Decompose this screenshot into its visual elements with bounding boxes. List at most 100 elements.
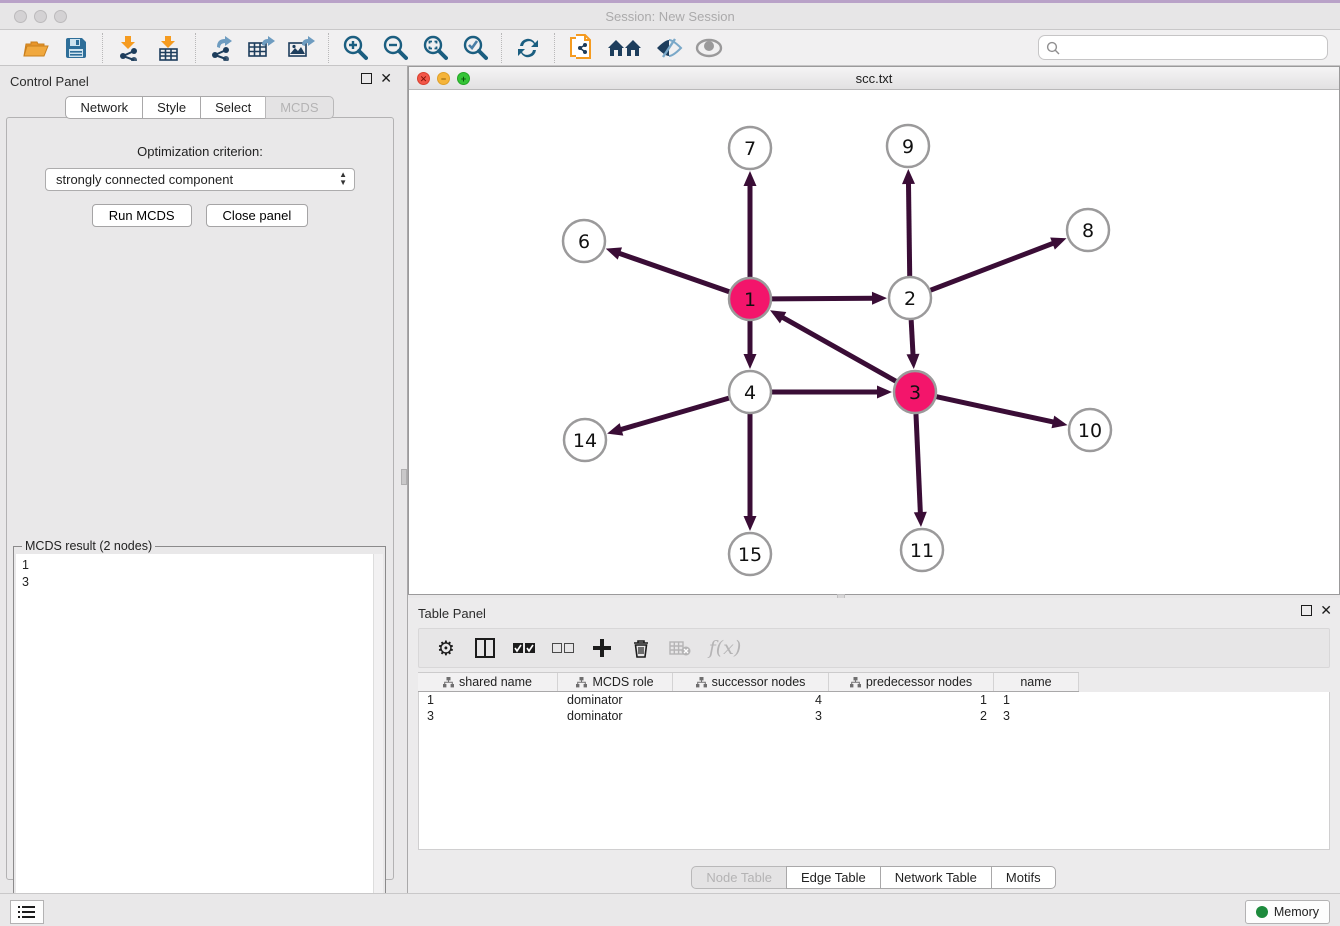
edge-2-8[interactable]: [931, 243, 1055, 290]
export-network-button[interactable]: [208, 34, 236, 62]
svg-text:10: 10: [1078, 420, 1102, 442]
search-icon: [1046, 41, 1060, 55]
zoom-out-button[interactable]: [381, 34, 409, 62]
tab-motifs[interactable]: Motifs: [991, 866, 1056, 889]
show-details-button[interactable]: [695, 34, 723, 62]
graph-node-11[interactable]: 11: [901, 529, 943, 571]
mcds-result-text[interactable]: 1 3: [16, 554, 373, 923]
close-panel-button[interactable]: Close panel: [206, 204, 309, 227]
edge-3-10[interactable]: [936, 397, 1054, 423]
float-table-panel-icon[interactable]: [1301, 605, 1312, 616]
table-cell[interactable]: 1: [995, 692, 1080, 708]
graph-node-6[interactable]: 6: [563, 220, 605, 262]
tab-style[interactable]: Style: [142, 96, 201, 119]
hide-details-button[interactable]: [655, 34, 683, 62]
delete-column-button[interactable]: [630, 637, 652, 659]
dropdown-stepper-icon: ▲▼: [339, 171, 347, 187]
svg-text:14: 14: [573, 430, 597, 452]
tab-network[interactable]: Network: [65, 96, 143, 119]
edge-4-14[interactable]: [620, 398, 729, 430]
zoom-selected-button[interactable]: [461, 34, 489, 62]
column-header-successor-nodes[interactable]: successor nodes: [673, 673, 829, 691]
table-cell[interactable]: 3: [674, 708, 830, 724]
zoom-in-button[interactable]: [341, 34, 369, 62]
select-all-columns-button[interactable]: [513, 637, 535, 659]
search-input[interactable]: [1060, 41, 1320, 55]
float-panel-icon[interactable]: [361, 73, 372, 84]
column-layout-button[interactable]: [474, 637, 496, 659]
edge-3-1[interactable]: [781, 317, 895, 382]
task-history-button[interactable]: [10, 900, 44, 924]
table-settings-button[interactable]: ⚙: [435, 637, 457, 659]
network-canvas[interactable]: 1 2 3 4 6 7 8 9 10 11 14 15: [409, 90, 1339, 594]
graph-node-9[interactable]: 9: [887, 125, 929, 167]
graph-node-1[interactable]: 1: [729, 278, 771, 320]
refresh-button[interactable]: [514, 34, 542, 62]
table-row-0[interactable]: 1dominator411: [419, 692, 1329, 708]
table-cell[interactable]: 1: [830, 692, 995, 708]
plus-icon: [593, 639, 611, 657]
import-table-button[interactable]: [155, 34, 183, 62]
export-image-button[interactable]: [288, 34, 316, 62]
graph-node-15[interactable]: 15: [729, 533, 771, 575]
tab-select[interactable]: Select: [200, 96, 266, 119]
search-box[interactable]: [1038, 35, 1328, 60]
graph-node-8[interactable]: 8: [1067, 209, 1109, 251]
zoom-fit-button[interactable]: [421, 34, 449, 62]
function-builder-button[interactable]: f(x): [708, 637, 742, 659]
delete-table-button[interactable]: [669, 637, 691, 659]
zoom-selected-icon: [462, 35, 488, 61]
close-table-panel-icon[interactable]: ✕: [1320, 605, 1332, 616]
table-cell[interactable]: 1: [419, 692, 559, 708]
table-cell[interactable]: 3: [419, 708, 559, 724]
clone-network-button[interactable]: [567, 34, 595, 62]
splitter-handle[interactable]: [401, 469, 407, 485]
memory-button[interactable]: Memory: [1245, 900, 1330, 924]
tab-network-table[interactable]: Network Table: [880, 866, 992, 889]
save-session-button[interactable]: [62, 34, 90, 62]
open-session-button[interactable]: [22, 34, 50, 62]
graph-node-3[interactable]: 3: [894, 371, 936, 413]
add-column-button[interactable]: [591, 637, 613, 659]
graph-node-7[interactable]: 7: [729, 127, 771, 169]
graph-node-4[interactable]: 4: [729, 371, 771, 413]
table-cell[interactable]: dominator: [559, 708, 674, 724]
svg-text:3: 3: [909, 382, 921, 404]
close-panel-icon[interactable]: ✕: [380, 73, 392, 84]
memory-label: Memory: [1274, 905, 1319, 919]
run-mcds-button[interactable]: Run MCDS: [92, 204, 192, 227]
edge-2-9[interactable]: [908, 182, 909, 276]
table-header: shared nameMCDS rolesuccessor nodesprede…: [418, 672, 1079, 692]
edge-1-2[interactable]: [772, 298, 874, 299]
unselect-all-columns-button[interactable]: [552, 637, 574, 659]
edge-2-3[interactable]: [911, 320, 913, 356]
network-window-titlebar[interactable]: ✕ − + scc.txt: [409, 67, 1339, 90]
arrowhead-1-2: [872, 292, 887, 305]
table-cell[interactable]: 2: [830, 708, 995, 724]
column-header-shared-name[interactable]: shared name: [418, 673, 558, 691]
column-header-name[interactable]: name: [994, 673, 1079, 691]
table-row-1[interactable]: 3dominator323: [419, 708, 1329, 724]
table-cell[interactable]: 4: [674, 692, 830, 708]
delete-table-icon: [669, 640, 691, 656]
table-cell[interactable]: 3: [995, 708, 1080, 724]
graph-node-14[interactable]: 14: [564, 419, 606, 461]
column-header-MCDS-role[interactable]: MCDS role: [558, 673, 673, 691]
table-cell[interactable]: dominator: [559, 692, 674, 708]
tab-edge-table[interactable]: Edge Table: [786, 866, 881, 889]
hierarchy-icon: [850, 677, 861, 688]
graph-node-10[interactable]: 10: [1069, 409, 1111, 451]
home-layout-button[interactable]: [607, 34, 643, 62]
tab-mcds[interactable]: MCDS: [265, 96, 333, 119]
tab-node-table[interactable]: Node Table: [691, 866, 787, 889]
network-graph[interactable]: 1 2 3 4 6 7 8 9 10 11 14 15: [409, 90, 1339, 594]
graph-node-2[interactable]: 2: [889, 277, 931, 319]
vertical-splitter[interactable]: [400, 66, 408, 893]
import-network-button[interactable]: [115, 34, 143, 62]
criterion-dropdown[interactable]: strongly connected component ▲▼: [45, 168, 355, 191]
edge-1-6[interactable]: [618, 253, 729, 292]
edge-3-11[interactable]: [916, 414, 920, 514]
column-header-predecessor-nodes[interactable]: predecessor nodes: [829, 673, 994, 691]
mcds-result-scrollbar[interactable]: [373, 554, 383, 923]
export-table-button[interactable]: [248, 34, 276, 62]
